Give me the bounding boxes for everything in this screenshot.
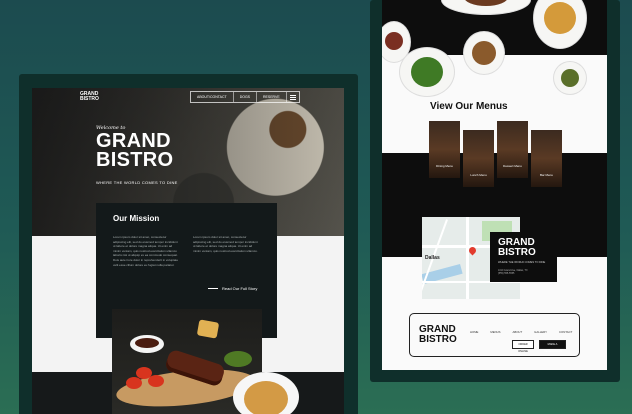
menu-label: Lunch Menu bbox=[470, 173, 487, 177]
line-decoration bbox=[208, 288, 218, 289]
footer-link-contact[interactable]: CONTACT bbox=[559, 330, 572, 334]
mission-title: Our Mission bbox=[113, 214, 160, 223]
left-website-preview: GRAND BISTRO ABOUT/CONTACT DOGS RESERVE … bbox=[32, 88, 344, 414]
right-website-preview: View Our Menus Dining Menu Lunch Menu De… bbox=[382, 0, 607, 370]
footer-link-gallery[interactable]: GALLERY bbox=[534, 330, 547, 334]
nav-link-about[interactable]: ABOUT/CONTACT bbox=[191, 92, 234, 102]
nav-link-reserve[interactable]: RESERVE bbox=[257, 92, 287, 102]
footer-logo-line2: BISTRO bbox=[419, 334, 457, 345]
menu-card-bar[interactable]: Bar Menu bbox=[531, 130, 562, 187]
footer-link-menus[interactable]: MENUS bbox=[490, 330, 500, 334]
contact-phone: (555) 555-5555 bbox=[498, 272, 515, 276]
nav-logo[interactable]: GRAND BISTRO bbox=[80, 92, 99, 102]
tomato-slice bbox=[148, 375, 164, 387]
contact-card-tagline: WHERE THE WORLD COMES TO DINE bbox=[498, 261, 546, 264]
menu-card-dessert[interactable]: Dessert Menu bbox=[497, 121, 528, 178]
nav-link-dogs[interactable]: DOGS bbox=[234, 92, 257, 102]
menu-label: Dessert Menu bbox=[503, 164, 522, 168]
menus-heading: View Our Menus bbox=[430, 101, 508, 112]
hamburger-menu-icon[interactable] bbox=[287, 92, 299, 102]
order-online-button[interactable]: ORDER ONLINE bbox=[512, 340, 534, 353]
menu-label: Dining Menu bbox=[436, 164, 453, 168]
dish-photo bbox=[464, 32, 504, 74]
footer-nav: HOME MENUS ABOUT GALLERY CONTACT bbox=[470, 330, 572, 334]
footer-logo[interactable]: GRAND BISTRO bbox=[419, 325, 457, 345]
mission-text-col1: Lorem ipsum dolor sit amet, consectetur … bbox=[113, 235, 179, 267]
bbq-sauce bbox=[135, 338, 159, 348]
herb-garnish bbox=[224, 351, 252, 367]
contact-brand-line2: BISTRO bbox=[498, 247, 536, 258]
salad-food bbox=[244, 381, 288, 414]
read-story-label: Read Our Full Story bbox=[222, 286, 258, 291]
read-story-link[interactable]: Read Our Full Story bbox=[208, 286, 257, 291]
map-city-label: Dallas bbox=[425, 255, 440, 261]
menu-card-lunch[interactable]: Lunch Menu bbox=[463, 130, 494, 187]
site-footer: GRAND BISTRO HOME MENUS ABOUT GALLERY CO… bbox=[409, 313, 580, 357]
menu-label: Bar Menu bbox=[539, 173, 553, 177]
nav-menu: ABOUT/CONTACT DOGS RESERVE bbox=[190, 91, 300, 103]
hero-title: GRAND BISTRO bbox=[96, 131, 174, 171]
reservation-button[interactable]: MAKE A RESERVATION bbox=[539, 340, 566, 353]
fries-cup bbox=[196, 319, 220, 339]
hero-title-line2: BISTRO bbox=[96, 149, 174, 171]
dish-photo bbox=[400, 48, 454, 96]
contact-card: GRAND BISTRO WHERE THE WORLD COMES TO DI… bbox=[490, 232, 557, 282]
dish-photo bbox=[554, 62, 586, 94]
footer-link-about[interactable]: ABOUT bbox=[513, 330, 523, 334]
nav-logo-line2: BISTRO bbox=[80, 96, 99, 102]
menu-card-dining[interactable]: Dining Menu bbox=[429, 121, 460, 178]
contact-card-info: 1010 Grand Ave, Dallas, TX (555) 555-555… bbox=[498, 269, 528, 275]
footer-link-home[interactable]: HOME bbox=[470, 330, 478, 334]
hero-tagline: WHERE THE WORLD COMES TO DINE bbox=[96, 180, 178, 185]
contact-card-brand: GRAND BISTRO bbox=[498, 238, 536, 258]
tomato-slice bbox=[126, 377, 142, 389]
mission-text-col2: Lorem ipsum dolor sit amet, consectetur … bbox=[193, 235, 258, 253]
